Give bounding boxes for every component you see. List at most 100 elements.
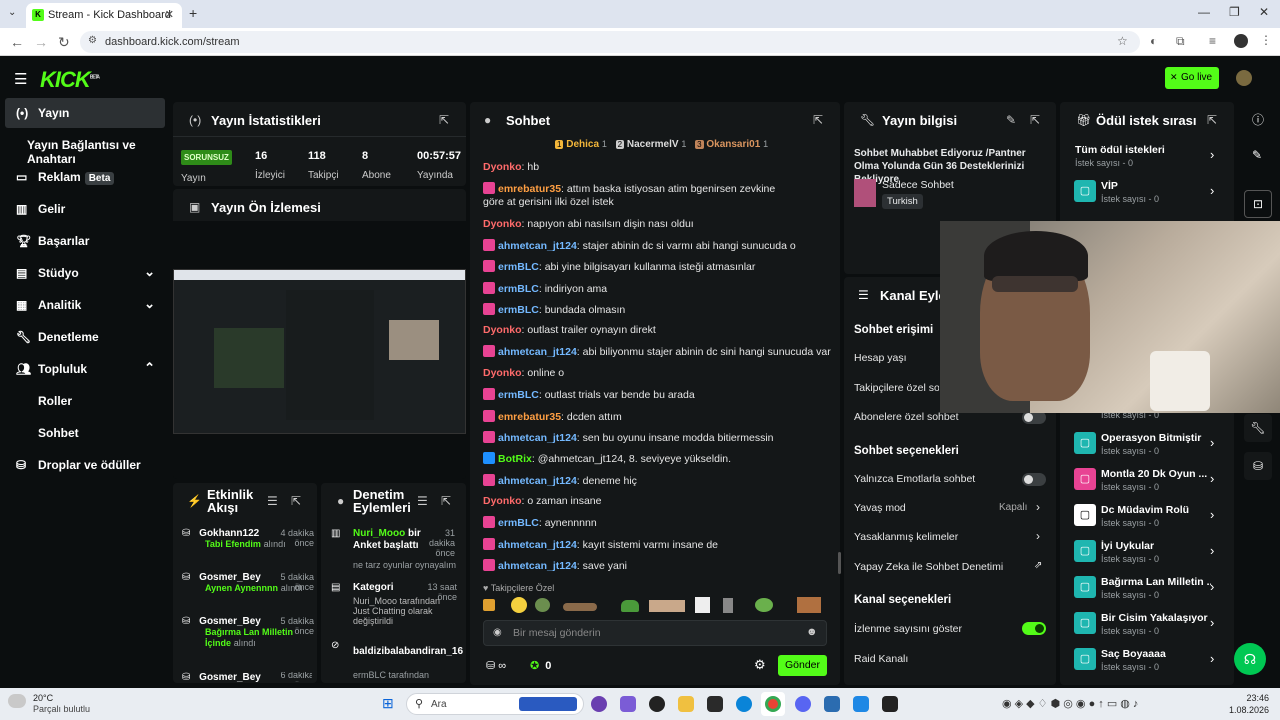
taskbar-app-icon[interactable] — [824, 696, 840, 712]
emote-only-toggle[interactable] — [1022, 473, 1046, 486]
taskbar-app-icon[interactable] — [649, 696, 665, 712]
popout-icon[interactable]: ⇱ — [813, 113, 823, 127]
emote[interactable] — [649, 600, 685, 612]
drops-infinity-icon[interactable]: ⛁ ∞ — [486, 659, 506, 672]
edit-icon[interactable]: ✎ — [1252, 148, 1262, 162]
emote[interactable] — [621, 600, 639, 612]
taskbar-app-icon[interactable] — [853, 696, 869, 712]
ai-moderation-option[interactable]: Yapay Zeka ile Sohbet Denetimi — [854, 561, 1003, 573]
sidebar-item-reklam[interactable]: ▭ Reklam Beta — [5, 162, 165, 192]
popout-icon[interactable]: ⇱ — [1207, 113, 1217, 127]
chat-username[interactable]: Dyonko — [483, 324, 522, 336]
banned-words-option[interactable]: Yasaklanmış kelimeler — [854, 531, 958, 543]
drops-icon[interactable]: ⛁ — [1244, 452, 1272, 480]
emote[interactable] — [535, 598, 550, 612]
chat-username[interactable]: ermBLC — [498, 517, 539, 529]
site-info-icon[interactable]: ⚙ — [88, 35, 97, 46]
reload-icon[interactable]: ↻ — [58, 34, 70, 51]
support-headset-icon[interactable]: ☊ — [1234, 643, 1266, 675]
chat-username[interactable]: Dyonko — [483, 495, 522, 507]
forward-icon[interactable]: → — [34, 34, 48, 50]
wrench-icon[interactable]: 🔧︎ — [1244, 414, 1272, 442]
popout-icon[interactable]: ⇱ — [439, 113, 449, 127]
emote[interactable] — [723, 598, 733, 613]
chat-input[interactable]: ◉ Bir mesaj gönderin ☻ — [483, 620, 827, 646]
url-input[interactable]: ⚙ dashboard.kick.com/stream — [80, 31, 1140, 53]
chevron-right-icon[interactable]: › — [1036, 500, 1040, 514]
info-icon[interactable]: ⓘ — [1252, 111, 1264, 128]
chat-username[interactable]: ahmetcan_jt124 — [498, 475, 577, 487]
maximize-icon[interactable]: ❐ — [1229, 5, 1240, 19]
chat-username[interactable]: Dyonko — [483, 161, 522, 173]
edit-pencil-icon[interactable]: ✎ — [1006, 113, 1016, 127]
chat-username[interactable]: ahmetcan_jt124 — [498, 432, 577, 444]
new-tab-icon[interactable]: + — [189, 5, 197, 21]
close-tab-icon[interactable]: ✕ — [165, 8, 174, 21]
chat-username[interactable]: BotRix — [498, 453, 532, 465]
popout-icon[interactable]: ⇱ — [291, 494, 301, 508]
weather-icon[interactable] — [8, 694, 26, 708]
chat-username[interactable]: Dyonko — [483, 218, 522, 230]
chat-username[interactable]: ermBLC — [498, 283, 539, 295]
channel-points[interactable]: ✪ 0 — [530, 659, 551, 672]
close-window-icon[interactable]: ✕ — [1259, 5, 1269, 19]
extension-icon[interactable]: ◐ — [1150, 34, 1157, 48]
chat-settings-gear-icon[interactable]: ⚙ — [754, 657, 766, 673]
taskbar-app-icon[interactable] — [591, 696, 607, 712]
emoji-icon[interactable]: ☻ — [806, 626, 818, 638]
filter-icon[interactable]: ☰ — [267, 494, 278, 508]
kick-logo[interactable]: KICKBETA — [40, 67, 100, 93]
file-explorer-icon[interactable] — [678, 696, 694, 712]
sidebar-item-basarilar[interactable]: 🏆︎ Başarılar — [5, 226, 165, 256]
sidebar-item-roller[interactable]: Roller — [5, 386, 165, 416]
chat-username[interactable]: ahmetcan_jt124 — [498, 346, 577, 358]
emote[interactable] — [797, 597, 821, 613]
popout-icon[interactable]: ⇱ — [441, 494, 451, 508]
chat-username[interactable]: emrebatur35 — [498, 183, 561, 195]
sidebar-item-sohbet[interactable]: Sohbet — [5, 418, 165, 448]
send-button[interactable]: Gönder — [778, 655, 827, 676]
system-tray[interactable]: ◉ ◈ ◆ ♢ ⬢ ◎ ◉ ● ↑ ▭ ◍ ♪ — [1002, 697, 1138, 710]
windows-start-icon[interactable]: ⊞ — [382, 695, 398, 711]
taskbar-search[interactable]: ⚲ Ara — [406, 693, 584, 715]
user-avatar[interactable] — [1236, 70, 1252, 86]
go-live-button[interactable]: ✕ Go live — [1165, 67, 1219, 89]
followers-only-option[interactable]: Takipçilere özel soh — [854, 382, 939, 394]
emote[interactable] — [511, 597, 527, 613]
sidebar-item-yayin[interactable]: (•) Yayın — [5, 98, 165, 128]
sidebar-item-denetleme[interactable]: 🔧︎ Denetleme — [5, 322, 165, 352]
taskbar-app-icon[interactable] — [620, 696, 636, 712]
sidebar-item-gelir[interactable]: ▥ Gelir — [5, 194, 165, 224]
chat-scrollbar[interactable] — [838, 552, 841, 574]
chat-username[interactable]: ahmetcan_jt124 — [498, 240, 577, 252]
extensions-puzzle-icon[interactable]: ⧉ — [1176, 34, 1185, 49]
chat-username[interactable]: ahmetcan_jt124 — [498, 560, 577, 572]
media-icon[interactable]: ≡ — [1209, 34, 1216, 48]
sidebar-item-studyo[interactable]: ▤ Stüdyo ⌄ — [5, 258, 165, 288]
chat-mode-icon[interactable]: ◉ — [493, 627, 502, 638]
popout-icon[interactable]: ⇱ — [1030, 113, 1040, 127]
filter-icon[interactable]: ☰ — [417, 494, 428, 508]
layout-icon[interactable]: ⊡ — [1244, 190, 1272, 218]
emote[interactable] — [563, 603, 597, 611]
bookmark-star-icon[interactable]: ☆ — [1117, 34, 1128, 48]
back-icon[interactable]: ← — [10, 34, 24, 50]
menu-dots-icon[interactable]: ⋮ — [1260, 33, 1272, 47]
emote[interactable] — [755, 598, 773, 612]
raid-channel-option[interactable]: Raid Kanalı — [854, 653, 908, 665]
hamburger-menu-icon[interactable]: ☰ — [14, 70, 27, 88]
chat-username[interactable]: Dyonko — [483, 367, 522, 379]
sidebar-item-analitik[interactable]: ▦ Analitik ⌄ — [5, 290, 165, 320]
sidebar-item-stream-key[interactable]: Yayın Bağlantısı ve Anahtarı — [5, 130, 165, 166]
external-link-icon[interactable]: ⇗ — [1034, 560, 1042, 571]
slow-mode-option[interactable]: Yavaş mod — [854, 502, 906, 514]
taskbar-app-icon[interactable] — [707, 696, 723, 712]
stream-preview-video[interactable] — [173, 269, 466, 434]
chat-username[interactable]: emrebatur35 — [498, 411, 561, 423]
chat-username[interactable]: ahmetcan_jt124 — [498, 539, 577, 551]
show-viewers-toggle[interactable] — [1022, 622, 1046, 635]
chrome-icon[interactable] — [765, 696, 781, 712]
sidebar-item-droplar[interactable]: ⛁ Droplar ve ödüller — [5, 450, 165, 480]
obs-icon[interactable] — [882, 696, 898, 712]
chat-username[interactable]: ermBLC — [498, 304, 539, 316]
